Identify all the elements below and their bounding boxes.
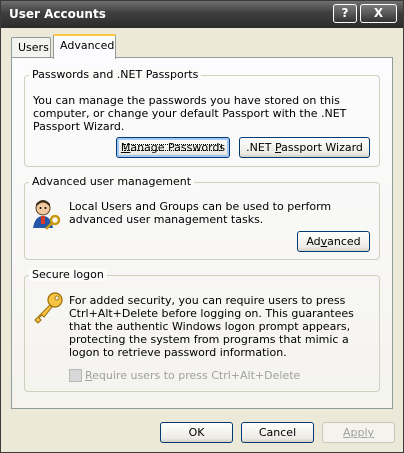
help-button[interactable]: ?	[333, 4, 357, 23]
secure-logon-title: Secure logon	[29, 268, 107, 281]
tab-users[interactable]: Users	[11, 37, 51, 57]
user-accounts-dialog: User Accounts ? X Users Advanced Passwor…	[0, 0, 404, 453]
advanced-button[interactable]: Advanced	[297, 231, 370, 252]
advanced-user-management-group: Advanced user management Local Users and…	[24, 175, 380, 260]
advanced-tab-panel: Passwords and .NET Passports You can man…	[11, 57, 393, 409]
users-key-icon	[33, 200, 61, 230]
require-ctrl-alt-delete-label: Require users to press Ctrl+Alt+Delete	[85, 369, 301, 382]
cancel-button[interactable]: Cancel	[241, 422, 314, 443]
advanced-button-label: Advanced	[306, 235, 361, 248]
secure-logon-description: For added security, you can require user…	[69, 294, 354, 359]
window-title: User Accounts	[9, 7, 106, 21]
title-bar[interactable]: User Accounts ? X	[1, 1, 403, 28]
passwords-group-title: Passwords and .NET Passports	[29, 68, 202, 81]
key-icon	[34, 292, 63, 324]
manage-passwords-label: Manage Passwords	[120, 141, 226, 154]
advanced-description: Local Users and Groups can be used to pe…	[69, 200, 332, 226]
help-icon: ?	[341, 6, 349, 20]
passport-wizard-button[interactable]: .NET Passport Wizard	[239, 137, 370, 158]
passwords-description: You can manage the passwords you have st…	[33, 94, 347, 133]
apply-button-label: Apply	[342, 426, 375, 439]
require-ctrl-alt-delete-checkbox[interactable]	[69, 369, 82, 382]
manage-passwords-button[interactable]: Manage Passwords	[116, 137, 230, 158]
passwords-group: Passwords and .NET Passports You can man…	[24, 68, 380, 167]
apply-button[interactable]: Apply	[322, 422, 395, 443]
secure-logon-group: Secure logon For added security, you can…	[24, 268, 380, 392]
close-icon: X	[373, 6, 384, 20]
tab-advanced[interactable]: Advanced	[53, 34, 116, 59]
close-button[interactable]: X	[360, 4, 397, 23]
advanced-group-title: Advanced user management	[29, 175, 195, 188]
ok-button[interactable]: OK	[160, 422, 233, 443]
passport-wizard-label: .NET Passport Wizard	[246, 141, 363, 154]
